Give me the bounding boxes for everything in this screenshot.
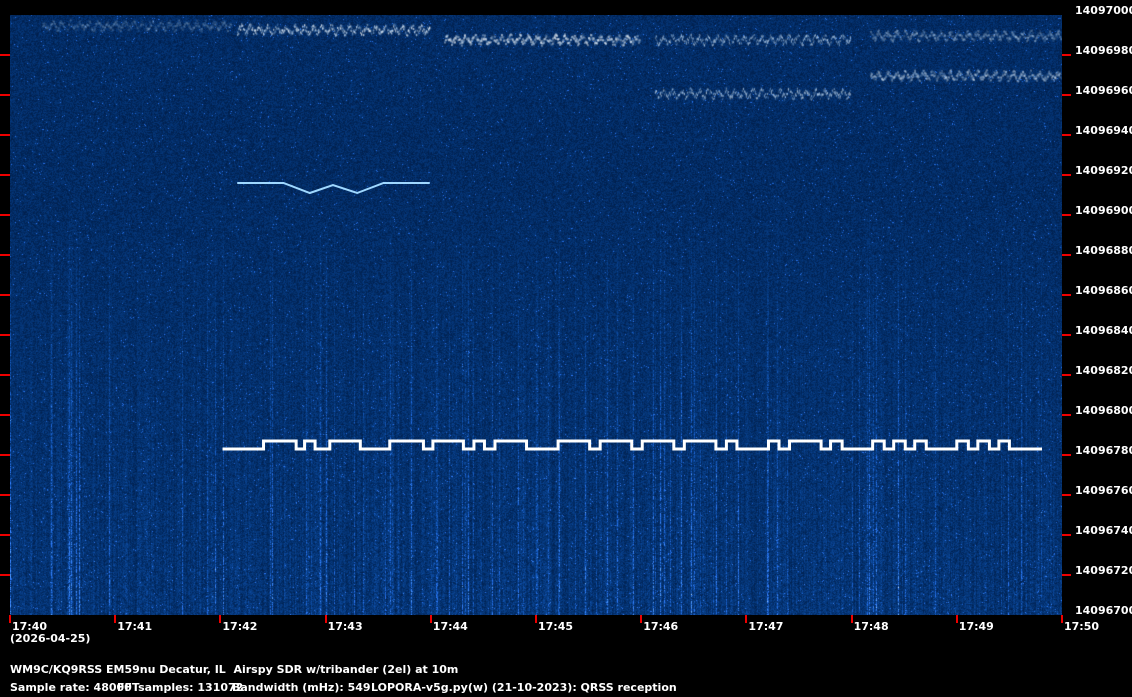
y-tick-mark	[1062, 414, 1071, 416]
y-tick-mark	[0, 54, 10, 56]
y-tick-mark	[1062, 454, 1071, 456]
y-tick-label: 14096740	[1075, 524, 1132, 537]
x-tick-label: 17:46	[643, 620, 679, 633]
y-tick-label: 14096820	[1075, 364, 1132, 377]
x-tick-mark	[640, 615, 643, 623]
x-tick-mark	[324, 615, 327, 623]
x-tick-mark	[9, 615, 11, 623]
y-tick-label: 14096920	[1075, 164, 1132, 177]
x-tick-label: 17:44	[432, 620, 468, 633]
y-tick-mark	[1062, 574, 1071, 576]
x-tick-mark	[955, 615, 958, 623]
x-tick-mark	[535, 615, 537, 623]
y-tick-label: 14096800	[1075, 404, 1132, 417]
x-tick-mark	[114, 615, 117, 623]
y-tick-label: 14096960	[1075, 84, 1132, 97]
y-tick-mark	[1062, 134, 1071, 136]
y-tick-mark	[0, 454, 10, 456]
v-shaped-signal-trace	[237, 182, 430, 195]
bandwidth: Bandwidth (mHz): 549	[232, 681, 371, 694]
y-tick-mark	[1062, 174, 1071, 176]
signal-overlay	[222, 182, 1043, 451]
x-tick-label: 17:42	[222, 620, 258, 633]
y-tick-mark	[0, 174, 10, 176]
y-tick-label: 14096880	[1075, 244, 1132, 257]
y-tick-label: 14096860	[1075, 284, 1132, 297]
station-info: WM9C/KQ9RSS EM59nu Decatur, IL Airspy SD…	[10, 663, 459, 676]
y-tick-label: 14096760	[1075, 484, 1132, 497]
date-label: (2026-04-25)	[10, 632, 91, 645]
y-tick-label: 14096940	[1075, 124, 1132, 137]
y-tick-mark	[1062, 54, 1071, 56]
x-tick-label: 17:47	[748, 620, 784, 633]
x-tick-label: 17:50	[1064, 620, 1100, 633]
y-tick-mark	[1062, 334, 1071, 336]
y-tick-label: 14096900	[1075, 204, 1132, 217]
y-tick-mark	[0, 94, 10, 96]
y-tick-label: 14096840	[1075, 324, 1132, 337]
y-tick-mark	[0, 214, 10, 216]
spectrogram-plot	[10, 15, 1062, 615]
y-tick-mark	[1062, 294, 1071, 296]
y-tick-mark	[0, 254, 10, 256]
y-tick-mark	[1062, 94, 1071, 96]
y-tick-label: 14096780	[1075, 444, 1132, 457]
y-tick-mark	[1062, 374, 1071, 376]
fft-samples: FFTsamples: 131072	[117, 681, 244, 694]
x-tick-label: 17:43	[327, 620, 363, 633]
y-tick-mark	[1062, 494, 1071, 496]
y-tick-label: 14097000	[1075, 4, 1132, 17]
x-tick-mark	[429, 615, 432, 623]
x-tick-mark	[219, 615, 222, 623]
x-tick-mark	[850, 615, 853, 623]
y-tick-label: 14096720	[1075, 564, 1132, 577]
y-tick-mark	[0, 574, 10, 576]
y-tick-mark	[0, 294, 10, 296]
x-tick-mark	[745, 615, 748, 623]
x-tick-label: 17:41	[117, 620, 153, 633]
y-tick-mark	[0, 334, 10, 336]
y-tick-mark	[1062, 534, 1071, 536]
x-tick-mark	[1061, 615, 1063, 623]
y-tick-mark	[1062, 214, 1071, 216]
y-tick-mark	[0, 134, 10, 136]
y-tick-mark	[0, 374, 10, 376]
y-tick-mark	[1062, 254, 1071, 256]
y-tick-label: 14096700	[1075, 604, 1132, 617]
sample-rate: Sample rate: 48000	[10, 681, 132, 694]
software-info: LOPORA-v5g.py(w) (21-10-2023): QRSS rece…	[371, 681, 677, 694]
x-tick-label: 17:45	[538, 620, 574, 633]
fsk-signal-trace	[222, 439, 1043, 451]
x-tick-label: 17:49	[958, 620, 994, 633]
y-tick-mark	[0, 534, 10, 536]
y-tick-label: 14096980	[1075, 44, 1132, 57]
y-tick-mark	[0, 414, 10, 416]
y-tick-mark	[0, 494, 10, 496]
x-tick-label: 17:48	[853, 620, 889, 633]
